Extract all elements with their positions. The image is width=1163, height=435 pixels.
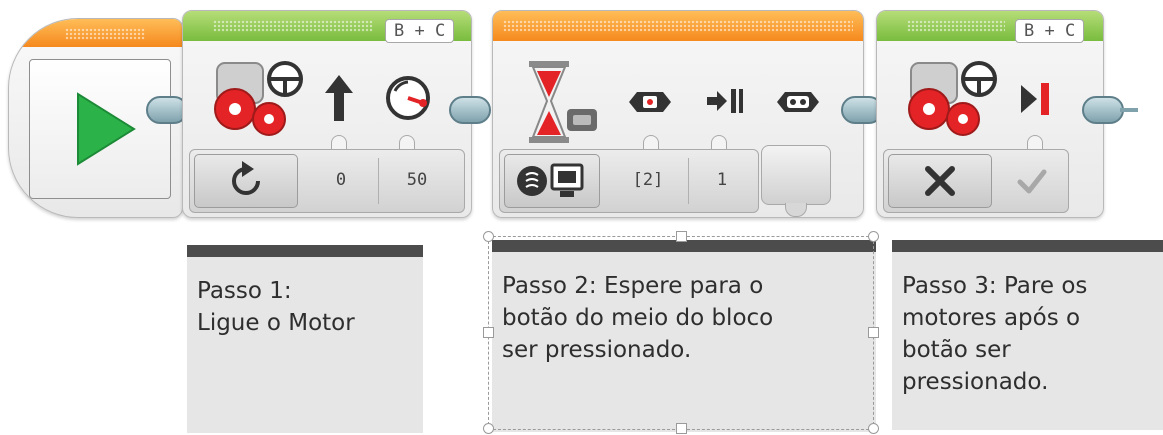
resize-handle[interactable] [483,231,494,242]
output-plug[interactable] [761,145,831,205]
param-plate: [2] 1 [499,149,759,213]
hourglass-icon [529,61,597,143]
comment-header-bar [187,245,423,257]
param-plate: 0 50 [189,149,465,213]
steering-value[interactable]: 0 [308,164,374,196]
sequence-connector[interactable] [1082,96,1124,124]
comment-text[interactable]: Passo 1: Ligue o Motor [197,275,417,339]
brick-buttons-mode-icon [517,163,584,197]
mode-selector-button[interactable] [504,154,600,208]
rotate-arrow-icon [232,161,260,195]
close-x-icon [925,166,955,196]
comment-step-3[interactable]: Passo 3: Pare os motores após o botão se… [892,240,1163,430]
param-plate [883,149,1069,213]
param-separator [378,158,379,204]
comment-step-1[interactable]: Passo 1: Ligue o Motor [187,245,423,433]
brake-checkmark-value[interactable] [1002,160,1062,202]
mode-selector-button[interactable] [888,154,992,208]
start-button-frame[interactable] [29,59,171,199]
state-value[interactable]: 1 [692,164,752,196]
speedometer-icon [386,76,430,120]
resize-handle[interactable] [868,231,879,242]
play-icon [77,92,136,166]
start-block-header [9,19,182,47]
steering-motor-icon [214,61,303,136]
move-steering-on-block[interactable]: B + C 0 50 [182,10,472,218]
port-selector[interactable]: B + C [385,19,455,43]
wire-stub [1120,108,1138,112]
param-separator [688,158,689,204]
power-value[interactable]: 50 [382,164,452,196]
bump-icon [707,89,743,113]
checkmark-icon [1017,169,1047,194]
resize-handle[interactable] [676,231,687,242]
steering-motor-icon [908,61,997,136]
button-id-value[interactable]: [2] [610,164,686,196]
brick-button-state-icon [777,92,819,112]
comment-text[interactable]: Passo 3: Pare os motores após o botão se… [902,270,1157,398]
output-plug-tip [785,203,807,217]
resize-handle[interactable] [483,423,494,434]
sequence-connector[interactable] [449,96,491,124]
stop-icon [1021,83,1049,115]
wait-brick-buttons-block[interactable]: [2] 1 [492,10,864,218]
resize-handle[interactable] [676,423,687,434]
brick-button-center-icon [629,92,671,112]
port-selector[interactable]: B + C [1015,19,1085,43]
steering-arrow-up-icon [325,75,353,121]
comment-header-bar [892,240,1163,252]
move-steering-off-block[interactable]: B + C [876,10,1104,218]
selection-outline [488,236,874,430]
resize-handle[interactable] [868,327,879,338]
resize-handle[interactable] [483,327,494,338]
block-header [493,11,863,41]
resize-handle[interactable] [868,423,879,434]
mode-selector-button[interactable] [194,154,298,208]
